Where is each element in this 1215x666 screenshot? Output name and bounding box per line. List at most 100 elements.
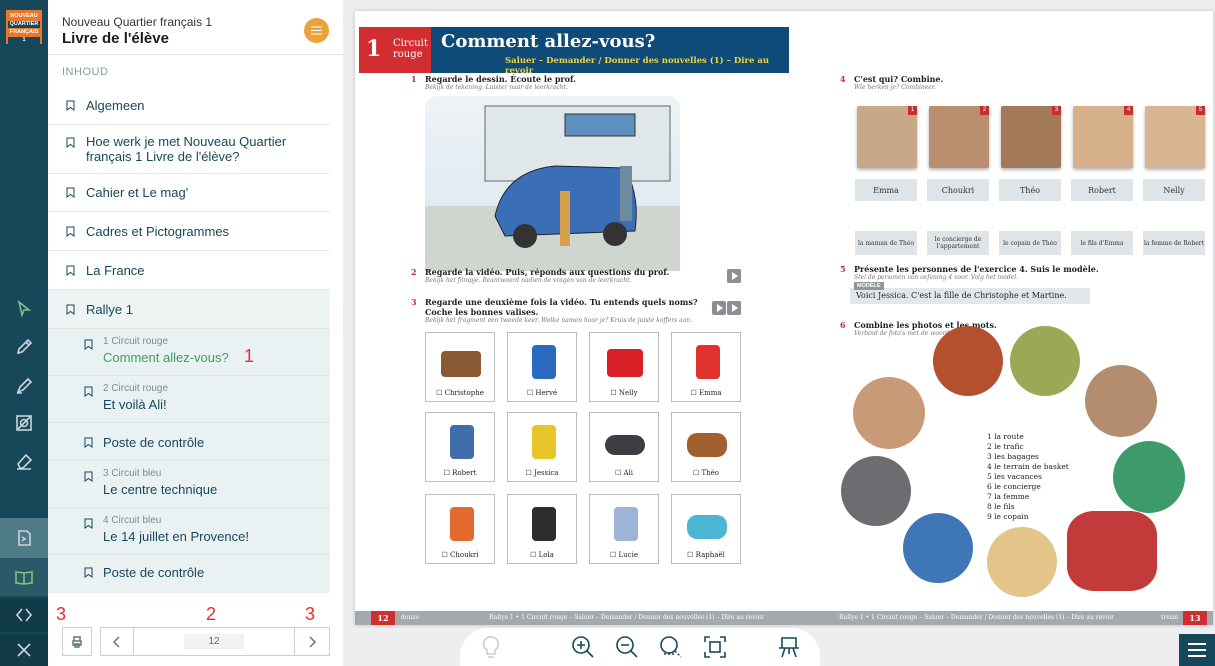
photo-father-son[interactable] <box>903 513 973 583</box>
print-button[interactable] <box>62 627 92 656</box>
bookmark-icon <box>84 339 93 350</box>
pen-tool-button[interactable] <box>0 328 48 366</box>
toc-subitem[interactable]: 2 Circuit rouge Et voilà Ali! <box>48 376 330 423</box>
highlighter-tool-button[interactable] <box>0 366 48 404</box>
next-page-button[interactable] <box>294 627 330 656</box>
select-tool-button[interactable] <box>0 290 48 328</box>
hide-annotations-button[interactable] <box>0 404 48 442</box>
suitcase-card[interactable]: ☐ Emma <box>671 332 741 402</box>
cursor-icon <box>17 299 32 318</box>
photo-couple[interactable] <box>1113 441 1185 513</box>
table-of-contents-panel: Nouveau Quartier français 1 Livre de l'é… <box>48 0 343 666</box>
photo-basketball-court[interactable] <box>933 326 1003 396</box>
bookmark-icon <box>84 386 93 397</box>
toc-subitem[interactable]: 3 Circuit bleu Le centre technique <box>48 461 330 508</box>
toc-subitem[interactable]: Poste de contrôle <box>48 555 330 593</box>
left-toolbar: NOUVEAU QUARTIER FRANÇAIS 1 <box>0 0 48 666</box>
eye-off-icon <box>16 415 32 431</box>
zoom-in-icon[interactable] <box>570 634 596 660</box>
suitcase-card[interactable]: ☐ Christophe <box>425 332 495 402</box>
suitcase-card[interactable]: ☐ Jessica <box>507 412 577 482</box>
suitcase-card[interactable]: ☐ Ali <box>589 412 659 482</box>
suitcase-card[interactable]: ☐ Lola <box>507 494 577 564</box>
toc-item[interactable]: La France <box>48 251 330 290</box>
presentation-icon[interactable] <box>776 634 802 660</box>
toc-subitem[interactable]: Poste de contrôle <box>48 423 330 461</box>
annotation-marker-3-right: 3 <box>305 604 316 624</box>
model-sentence: Voici Jessica. C'est la fille de Christo… <box>850 288 1090 304</box>
name-chip[interactable]: Choukri <box>927 179 989 201</box>
photo-traffic[interactable] <box>841 456 911 526</box>
menu-button[interactable] <box>304 18 329 43</box>
relation-chip[interactable]: la maman de Théo <box>855 231 917 255</box>
page-footer: 12 douze Rallye 1 • 1 Circuit rouge – Sa… <box>355 611 1213 625</box>
photo-road[interactable] <box>1010 326 1080 396</box>
toc-item[interactable]: Cadres et Pictogrammes <box>48 212 330 251</box>
photo-beach[interactable] <box>987 527 1057 597</box>
exercise-1: 1 Regarde le dessin. Écoute le prof. Bekij… <box>411 74 576 91</box>
bookmark-icon <box>84 518 93 529</box>
eraser-tool-button[interactable] <box>0 442 48 480</box>
toc-item[interactable]: Algemeen <box>48 85 330 125</box>
bookmark-icon <box>84 567 93 578</box>
toc-subitem[interactable]: 4 Circuit bleu Le 14 juillet en Provence! <box>48 508 330 555</box>
close-sidebar-button[interactable] <box>0 634 48 666</box>
exercise-4: 4 C'est qui? Combine. Wie herken je? Combi… <box>840 74 944 91</box>
photo-woman[interactable] <box>853 377 925 449</box>
toc-item[interactable]: Hoe werk je met Nouveau Quartier françai… <box>48 125 330 174</box>
photo-luggage[interactable] <box>1067 511 1157 591</box>
toc-subitem-current[interactable]: 1 Circuit rouge Comment allez-vous? <box>48 329 330 376</box>
exercise-2: 2 Regarde la vidéo. Puis, réponds aux que… <box>411 267 670 284</box>
book-view-button[interactable] <box>0 558 48 596</box>
prev-next-toggle-button[interactable] <box>0 598 48 632</box>
close-icon <box>17 643 31 657</box>
viewer-menu-button[interactable] <box>1179 634 1215 666</box>
suitcase-card[interactable]: ☐ Hervé <box>507 332 577 402</box>
chevron-right-icon <box>309 635 317 648</box>
export-tool-button[interactable] <box>0 518 48 558</box>
relation-chip[interactable]: le fils d'Emma <box>1071 231 1133 255</box>
toc-item[interactable]: Cahier et Le mag' <box>48 174 330 212</box>
name-chip[interactable]: Emma <box>855 179 917 201</box>
play-video-button[interactable] <box>727 269 741 283</box>
eraser-icon <box>17 453 33 470</box>
relation-chip[interactable]: le concierge de l'appartement <box>927 231 989 255</box>
bookmark-icon <box>66 100 75 111</box>
relation-chip[interactable]: le copain de Théo <box>999 231 1061 255</box>
suitcase-card[interactable]: ☐ Nelly <box>589 332 659 402</box>
book-title: Livre de l'élève <box>62 30 169 47</box>
name-chip[interactable]: Robert <box>1071 179 1133 201</box>
suitcase-card[interactable]: ☐ Robert <box>425 412 495 482</box>
zoom-out-icon[interactable] <box>614 634 640 660</box>
toc-item[interactable]: Rallye 1 <box>48 290 330 329</box>
bookmark-icon <box>66 304 75 315</box>
app-logo: NOUVEAU QUARTIER FRANÇAIS 1 <box>6 10 42 44</box>
previous-page-button[interactable] <box>100 627 134 656</box>
zoom-area-icon[interactable] <box>658 634 684 660</box>
exercise-5: 5 Présente les personnes de l'exercice 4.… <box>840 264 1099 281</box>
pencil-icon <box>16 338 33 355</box>
page-number-field[interactable]: 12 <box>134 627 294 656</box>
name-chip[interactable]: Théo <box>999 179 1061 201</box>
suitcase-card[interactable]: ☐ Théo <box>671 412 741 482</box>
page-navigator: 12 <box>62 627 330 657</box>
name-chip[interactable]: Nelly <box>1143 179 1205 201</box>
lightbulb-icon[interactable] <box>478 634 504 660</box>
chevrons-icon <box>15 608 33 622</box>
bookmark-icon <box>66 226 75 237</box>
model-tag: MODÈLE <box>854 282 884 290</box>
bookmark-icon <box>66 187 75 198</box>
chevron-left-icon <box>112 635 120 648</box>
suitcase-card[interactable]: ☐ Choukri <box>425 494 495 564</box>
play-video-button[interactable] <box>712 301 726 315</box>
suitcase-card[interactable]: ☐ Raphaël <box>671 494 741 564</box>
bookmark-icon <box>66 137 75 148</box>
portrait-photo: 3 <box>1001 106 1061 168</box>
photo-man[interactable] <box>1085 365 1157 437</box>
relation-chip[interactable]: la femme de Robert <box>1143 231 1205 255</box>
play-video-fragment-button[interactable] <box>727 301 741 315</box>
fit-page-icon[interactable] <box>702 634 728 660</box>
suitcase-card[interactable]: ☐ Lucie <box>589 494 659 564</box>
menu-icon <box>311 29 322 32</box>
bookmark-icon <box>84 437 93 448</box>
